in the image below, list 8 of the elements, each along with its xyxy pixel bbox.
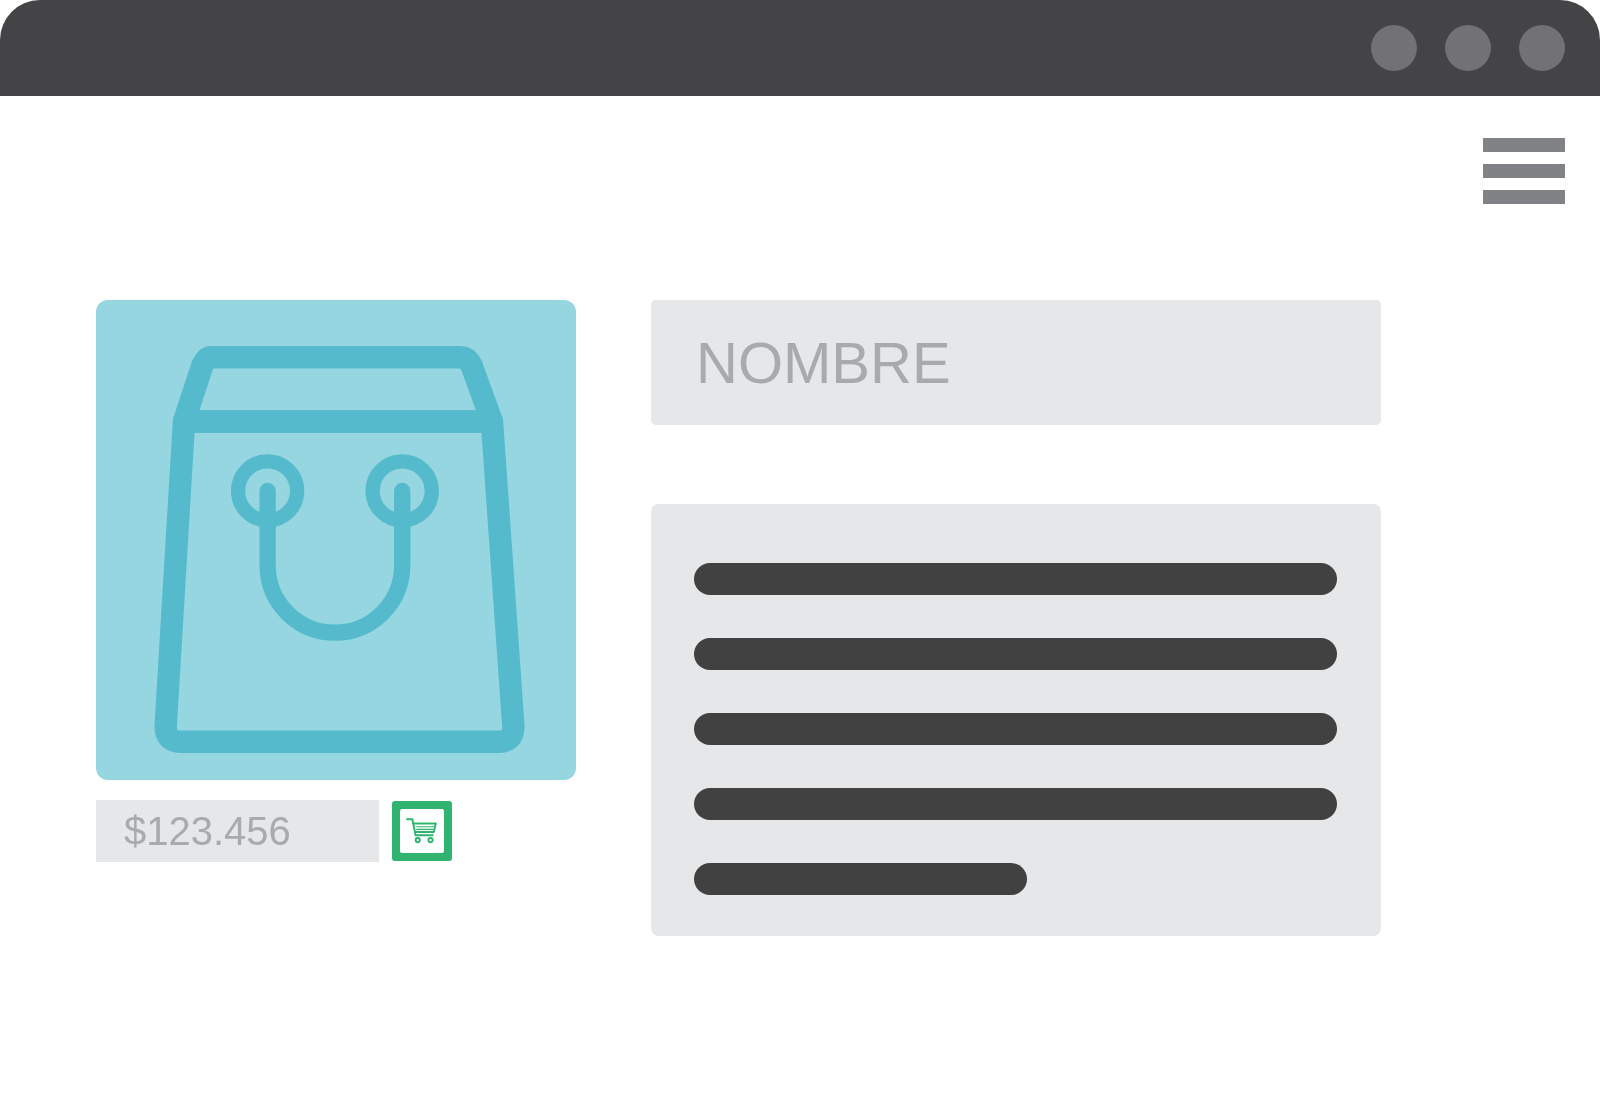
name-field[interactable]: NOMBRE	[651, 300, 1381, 425]
cart-icon	[406, 817, 438, 845]
add-to-cart-button[interactable]	[392, 801, 452, 861]
window-control[interactable]	[1371, 25, 1417, 71]
price-field[interactable]: $123.456	[96, 800, 379, 862]
menu-button[interactable]	[1483, 138, 1565, 204]
window-control[interactable]	[1519, 25, 1565, 71]
window-control[interactable]	[1445, 25, 1491, 71]
